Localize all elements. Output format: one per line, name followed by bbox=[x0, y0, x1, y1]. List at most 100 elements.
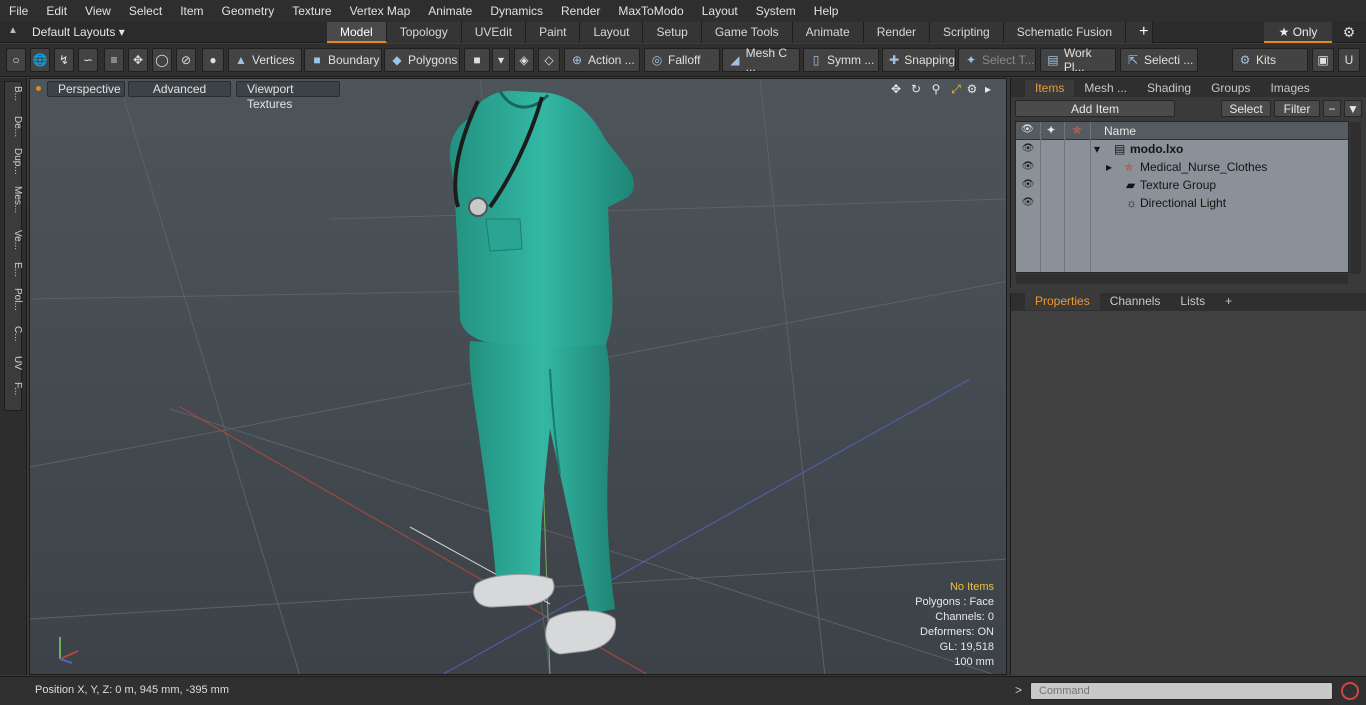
align-icon[interactable]: ≡ bbox=[104, 48, 124, 72]
work-plane-button[interactable]: ▤ Work Pl... bbox=[1040, 46, 1116, 74]
menu-animate[interactable]: Animate bbox=[419, 0, 481, 22]
select-through-button[interactable]: ✦ Select T... bbox=[958, 48, 1036, 72]
vertices-button[interactable]: ▲ Vertices bbox=[228, 48, 302, 72]
menu-dynamics[interactable]: Dynamics bbox=[481, 0, 552, 22]
only-button[interactable]: ★ Only bbox=[1264, 22, 1332, 43]
select-button[interactable]: Select bbox=[1221, 100, 1271, 117]
tab-layout[interactable]: Layout bbox=[580, 22, 644, 43]
left-tab-fusion[interactable]: F... bbox=[5, 382, 23, 395]
tab-animate[interactable]: Animate bbox=[792, 22, 864, 43]
tree-row[interactable]: 👁 ▸ ✯ Medical_Nurse_Clothes bbox=[1016, 158, 1348, 176]
menu-edit[interactable]: Edit bbox=[37, 0, 76, 22]
left-tab-mesh-edit[interactable]: Mes... bbox=[5, 186, 23, 213]
item-mode-icon[interactable]: ■ bbox=[464, 48, 490, 72]
left-tab-edge[interactable]: E... bbox=[5, 262, 23, 277]
tab-properties[interactable]: Properties bbox=[1025, 293, 1100, 310]
visibility-eye-icon[interactable]: 👁 bbox=[1021, 194, 1035, 212]
menu-texture[interactable]: Texture bbox=[283, 0, 340, 22]
visibility-eye-icon[interactable]: 👁 bbox=[1021, 140, 1035, 158]
left-tab-curve[interactable]: C... bbox=[5, 326, 23, 342]
menu-system[interactable]: System bbox=[747, 0, 805, 22]
layout-dropdown[interactable]: Default Layouts ▾ bbox=[32, 22, 125, 43]
add-tab-button[interactable]: + bbox=[1126, 22, 1154, 43]
orbit-icon[interactable]: ↻ bbox=[909, 82, 923, 96]
left-tab-basic[interactable]: B... bbox=[5, 86, 23, 101]
tree-row[interactable]: 👁 ☼ Directional Light bbox=[1016, 194, 1348, 212]
selection-sets-button[interactable]: ⇱ Selecti ... bbox=[1120, 48, 1198, 72]
tab-mesh-ops[interactable]: Mesh ... bbox=[1074, 80, 1137, 97]
material-sphere-icon[interactable]: ● bbox=[202, 48, 224, 72]
vertical-scrollbar[interactable] bbox=[1350, 122, 1361, 274]
tab-setup[interactable]: Setup bbox=[643, 22, 702, 43]
collapse-triangle-icon[interactable]: ▾ bbox=[1094, 140, 1100, 158]
expand-arrow-icon[interactable]: ▲ bbox=[8, 25, 22, 39]
action-center-button[interactable]: ⊕ Action ... bbox=[564, 48, 640, 72]
left-tab-polygon[interactable]: Pol... bbox=[5, 288, 23, 311]
menu-select[interactable]: Select bbox=[120, 0, 171, 22]
tab-groups[interactable]: Groups bbox=[1201, 80, 1260, 97]
menu-maxtomodo[interactable]: MaxToModo bbox=[609, 0, 692, 22]
tab-render[interactable]: Render bbox=[863, 22, 931, 43]
advanced-button[interactable]: Advanced bbox=[128, 81, 231, 97]
boundary-button[interactable]: ■ Boundary bbox=[304, 48, 382, 72]
tab-schematic-fusion[interactable]: Schematic Fusion bbox=[1003, 22, 1127, 43]
tab-items[interactable]: Items bbox=[1025, 80, 1075, 97]
tab-images[interactable]: Images bbox=[1260, 80, 1319, 97]
scale-icon[interactable]: ⊘ bbox=[176, 48, 196, 72]
maximize-icon[interactable]: ⤢ bbox=[949, 82, 963, 96]
falloff-button[interactable]: ◎ Falloff bbox=[644, 48, 720, 72]
expand-triangle-icon[interactable]: ▸ bbox=[1106, 158, 1112, 176]
globe-icon[interactable]: 🌐 bbox=[30, 48, 50, 72]
menu-layout[interactable]: Layout bbox=[693, 0, 747, 22]
tab-channels[interactable]: Channels bbox=[1100, 293, 1171, 310]
add-item-button[interactable]: Add Item bbox=[1015, 100, 1175, 117]
perspective-button[interactable]: Perspective bbox=[47, 81, 125, 97]
3d-viewport[interactable]: Perspective Advanced Viewport Textures ✥… bbox=[29, 78, 1007, 675]
tab-paint[interactable]: Paint bbox=[526, 22, 581, 43]
visibility-eye-icon[interactable]: 👁 bbox=[1021, 176, 1035, 194]
left-tab-deform[interactable]: De... bbox=[5, 116, 23, 137]
left-tab-duplicate[interactable]: Dup... bbox=[5, 148, 23, 175]
left-tab-uv[interactable]: UV bbox=[5, 356, 23, 370]
menu-item[interactable]: Item bbox=[171, 0, 212, 22]
tab-model[interactable]: Model bbox=[327, 22, 387, 43]
tab-topology[interactable]: Topology bbox=[386, 22, 462, 43]
visibility-eye-icon[interactable]: 👁 bbox=[1021, 158, 1035, 176]
tree-row[interactable]: 👁 ▰ Texture Group bbox=[1016, 176, 1348, 194]
symmetry-icon[interactable]: ◇ bbox=[538, 48, 560, 72]
menu-render[interactable]: Render bbox=[552, 0, 609, 22]
command-input[interactable] bbox=[1030, 682, 1333, 700]
shield-icon[interactable]: ◈ bbox=[514, 48, 534, 72]
collapse-icon[interactable]: − bbox=[1323, 100, 1341, 117]
pan-icon[interactable]: ✥ bbox=[889, 82, 903, 96]
circle-select-icon[interactable]: ○ bbox=[6, 48, 26, 72]
viewport-gear-icon[interactable]: ⚙ bbox=[965, 82, 979, 96]
viewport-menu-arrow-icon[interactable]: ▸ bbox=[981, 82, 995, 96]
symmetry-button[interactable]: ▯ Symm ... bbox=[803, 48, 879, 72]
menu-view[interactable]: View bbox=[76, 0, 120, 22]
tab-scripting[interactable]: Scripting bbox=[930, 22, 1004, 43]
viewport-textures-button[interactable]: Viewport Textures bbox=[236, 81, 340, 111]
tab-uvedit[interactable]: UVEdit bbox=[461, 22, 527, 43]
record-macro-icon[interactable] bbox=[1341, 682, 1359, 700]
left-tab-vertex[interactable]: Ve... bbox=[5, 230, 23, 250]
menu-file[interactable]: File bbox=[0, 0, 37, 22]
unreal-icon[interactable]: U bbox=[1338, 48, 1360, 72]
polygons-button[interactable]: ◆ Polygons bbox=[384, 48, 460, 72]
kits-button[interactable]: ⚙ Kits bbox=[1232, 48, 1308, 72]
zoom-icon[interactable]: ⚲ bbox=[929, 82, 943, 96]
tab-game-tools[interactable]: Game Tools bbox=[701, 22, 793, 43]
pen-tool-icon[interactable]: ↯ bbox=[54, 48, 74, 72]
chevron-down-icon[interactable]: ▾ bbox=[492, 48, 510, 72]
mesh-constraint-button[interactable]: ◢ Mesh C ... bbox=[722, 46, 800, 74]
menu-vertex-map[interactable]: Vertex Map bbox=[341, 0, 420, 22]
rotate-icon[interactable]: ◯ bbox=[152, 48, 172, 72]
filter-button[interactable]: Filter bbox=[1274, 100, 1320, 117]
move-icon[interactable]: ✥ bbox=[128, 48, 148, 72]
funnel-icon[interactable]: ▼ bbox=[1344, 100, 1362, 117]
cube-icon[interactable]: ▣ bbox=[1312, 48, 1334, 72]
tab-lists[interactable]: Lists bbox=[1170, 293, 1215, 310]
tab-shading[interactable]: Shading bbox=[1137, 80, 1201, 97]
tree-row[interactable]: 👁 ▾ ▤ modo.lxo bbox=[1016, 140, 1348, 158]
menu-geometry[interactable]: Geometry bbox=[213, 0, 284, 22]
